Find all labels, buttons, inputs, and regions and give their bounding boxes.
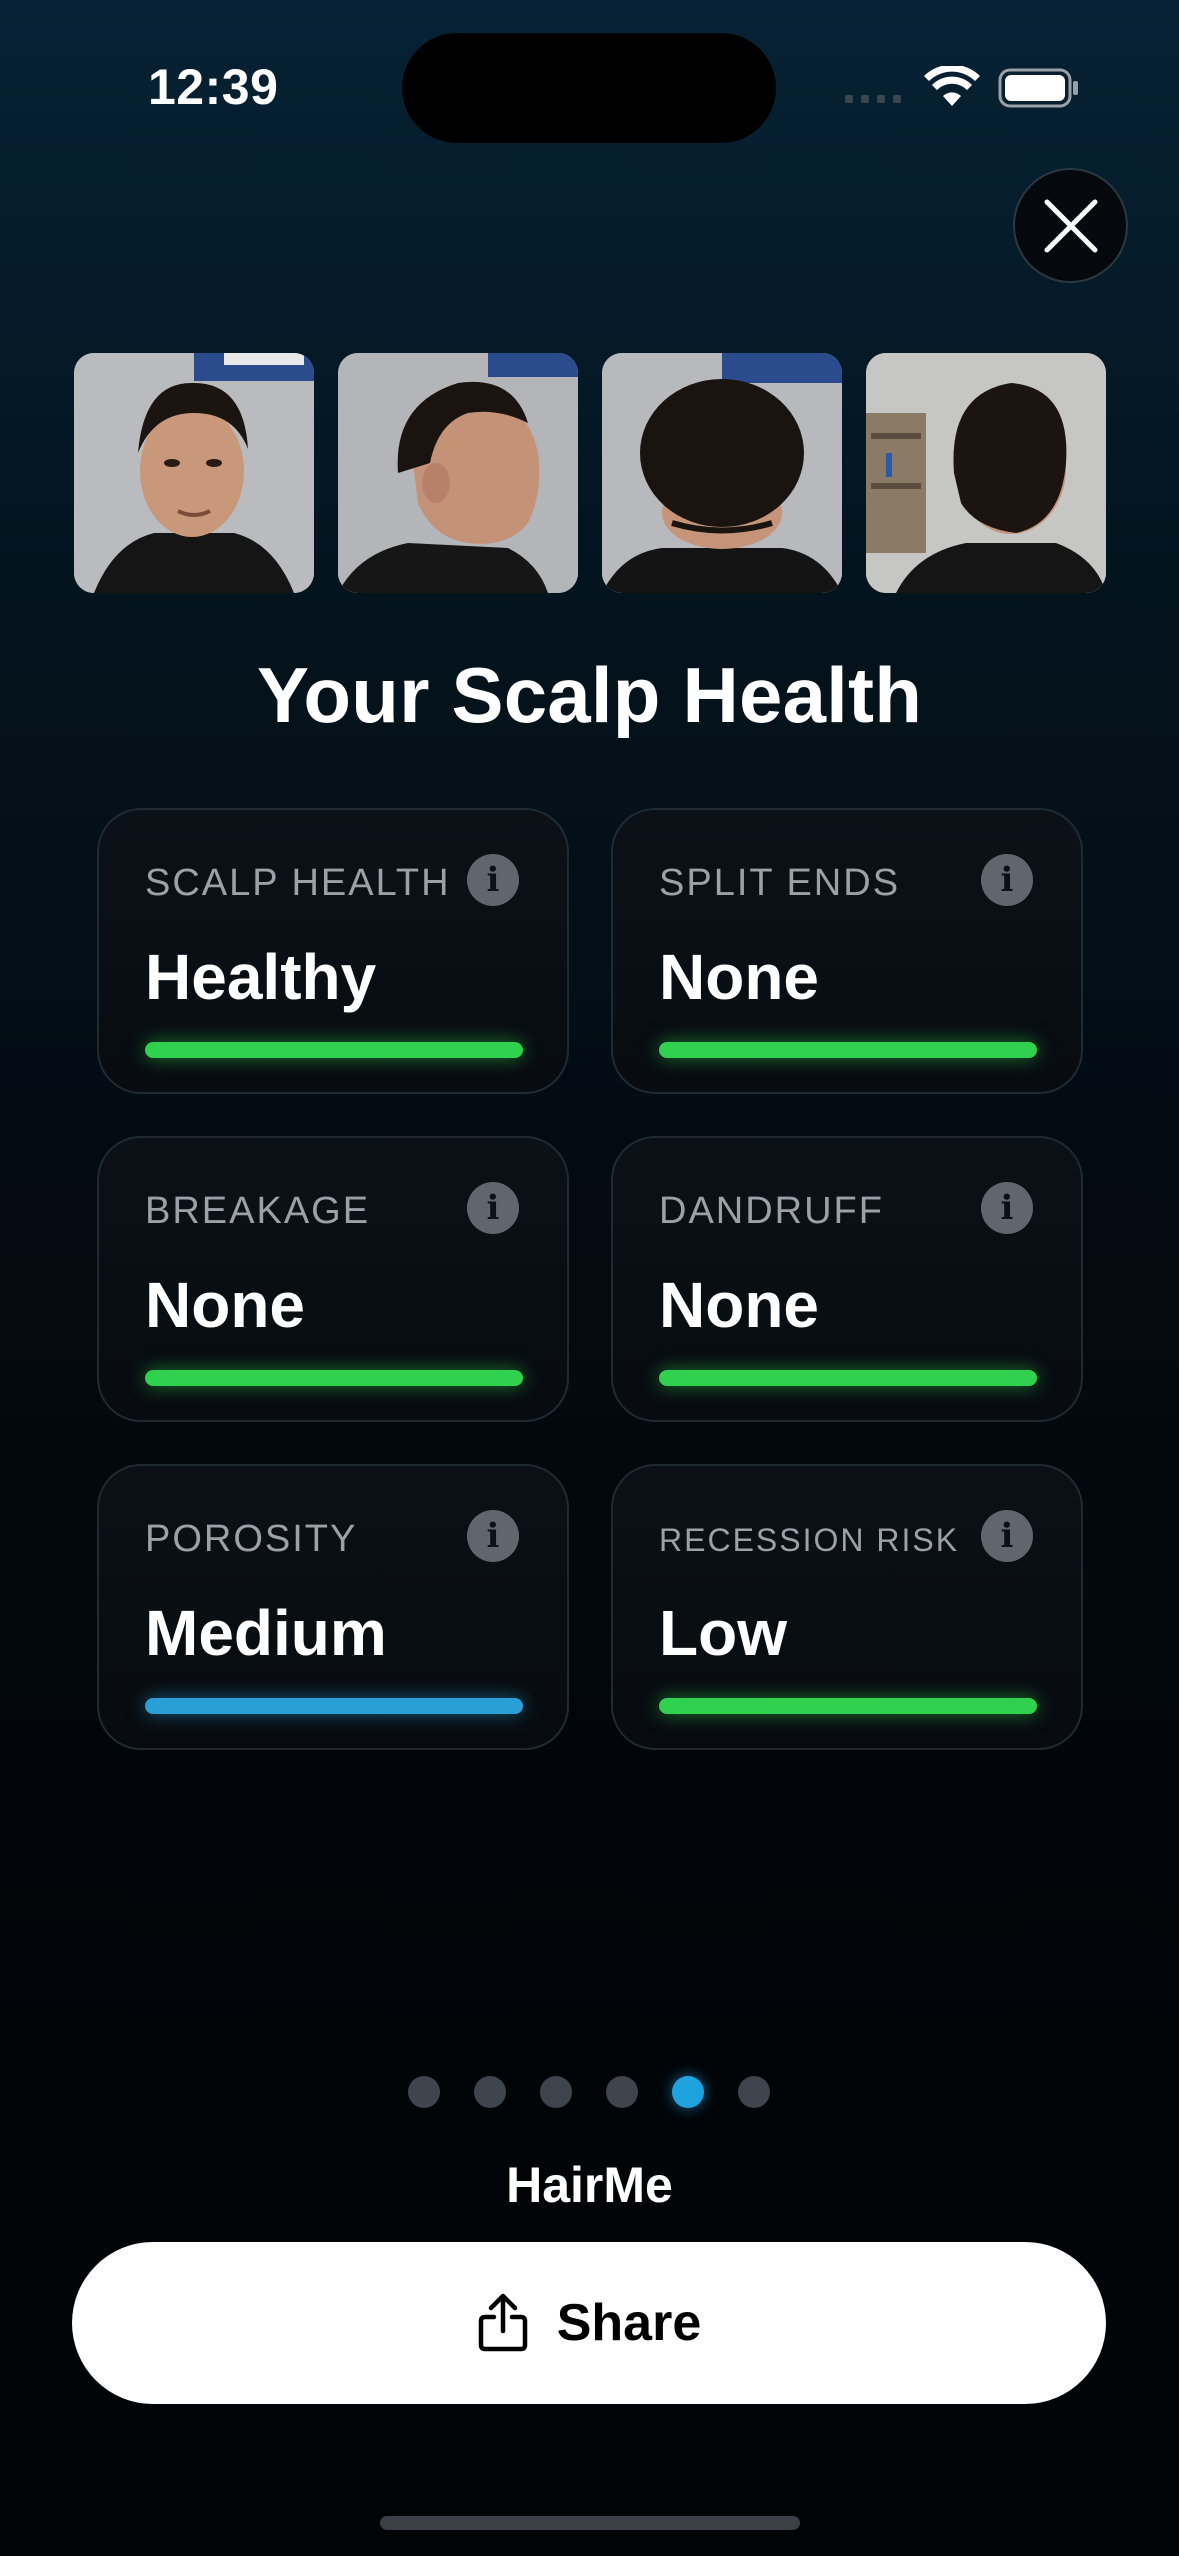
info-icon[interactable]: i — [467, 1510, 519, 1562]
metric-card-breakage: BREAKAGE i None — [97, 1136, 569, 1422]
page-indicator — [408, 2076, 770, 2108]
metric-label: SPLIT ENDS — [659, 862, 901, 904]
metric-card-scalp-health: SCALP HEALTH i Healthy — [97, 808, 569, 1094]
info-icon[interactable]: i — [467, 854, 519, 906]
metric-label: SCALP HEALTH — [145, 862, 451, 904]
metric-value: Healthy — [145, 941, 377, 1013]
metric-label: RECESSION RISK — [659, 1522, 960, 1558]
metric-value: Low — [659, 1597, 787, 1669]
metric-label: DANDRUFF — [659, 1190, 884, 1232]
metric-label: BREAKAGE — [145, 1190, 371, 1232]
share-button-label: Share — [556, 2294, 702, 2352]
photo-back[interactable] — [866, 353, 1106, 593]
brand-name: HairMe — [506, 2157, 673, 2213]
page-dot[interactable] — [408, 2076, 440, 2108]
metric-value: None — [659, 941, 819, 1013]
wifi-icon — [924, 64, 980, 113]
battery-icon — [998, 68, 1080, 113]
metric-card-porosity: POROSITY i Medium — [97, 1464, 569, 1750]
cellular-signal-icon — [845, 95, 901, 103]
info-icon[interactable]: i — [981, 1510, 1033, 1562]
metric-card-split-ends: SPLIT ENDS i None — [611, 808, 1083, 1094]
home-indicator[interactable] — [380, 2516, 800, 2530]
status-bar — [659, 1698, 1037, 1714]
status-time: 12:39 — [148, 59, 279, 115]
page-dot[interactable] — [540, 2076, 572, 2108]
status-bar — [145, 1698, 523, 1714]
metric-value: None — [145, 1269, 305, 1341]
page-dot-active[interactable] — [672, 2076, 704, 2108]
share-button[interactable]: Share — [72, 2242, 1106, 2404]
info-icon[interactable]: i — [467, 1182, 519, 1234]
page-title: Your Scalp Health — [256, 651, 923, 739]
metric-label: POROSITY — [145, 1518, 358, 1560]
close-button[interactable] — [1013, 168, 1128, 283]
page-dot[interactable] — [738, 2076, 770, 2108]
status-bar — [659, 1042, 1037, 1058]
photo-side[interactable] — [338, 353, 578, 593]
metric-card-recession-risk: RECESSION RISK i Low — [611, 1464, 1083, 1750]
metric-card-dandruff: DANDRUFF i None — [611, 1136, 1083, 1422]
info-icon[interactable]: i — [981, 1182, 1033, 1234]
metric-value: Medium — [145, 1597, 387, 1669]
photo-front[interactable] — [74, 353, 314, 593]
status-bar — [659, 1370, 1037, 1386]
dynamic-island — [402, 33, 776, 143]
status-bar — [145, 1370, 523, 1386]
photo-top[interactable] — [602, 353, 842, 593]
status-bar — [145, 1042, 523, 1058]
share-icon — [478, 2293, 527, 2352]
photo-strip — [74, 353, 1106, 593]
metric-value: None — [659, 1269, 819, 1341]
info-icon[interactable]: i — [981, 854, 1033, 906]
page-dot[interactable] — [606, 2076, 638, 2108]
page-dot[interactable] — [474, 2076, 506, 2108]
close-icon — [1044, 199, 1097, 252]
